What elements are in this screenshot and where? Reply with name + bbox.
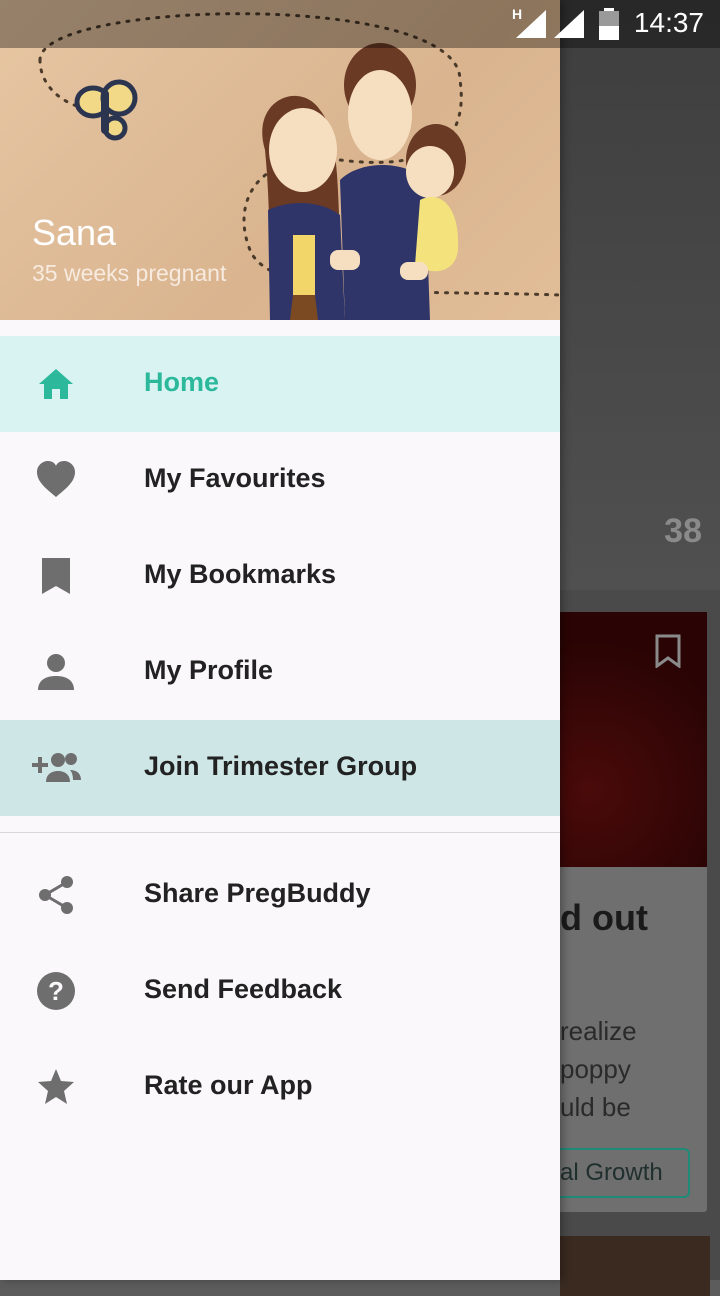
signal-icon	[516, 10, 546, 38]
background-next-card	[560, 1236, 710, 1296]
menu-item-feedback[interactable]: ? Send Feedback	[0, 943, 560, 1039]
person-icon	[38, 654, 74, 690]
user-name: Sana	[32, 212, 117, 253]
status-bar: H 14:37	[0, 0, 720, 48]
user-pregnancy-status: 35 weeks pregnant	[32, 260, 227, 286]
home-icon	[39, 369, 73, 399]
menu-item-profile[interactable]: My Profile	[0, 624, 560, 720]
menu-item-label: My Profile	[144, 655, 274, 685]
battery-icon	[599, 8, 619, 40]
article-excerpt: realize poppy uld be	[560, 1016, 637, 1122]
menu-item-label: My Bookmarks	[144, 559, 337, 589]
menu-item-bookmarks[interactable]: My Bookmarks	[0, 528, 560, 624]
menu-item-home[interactable]: Home	[0, 336, 560, 432]
signal-icon	[554, 10, 584, 38]
background-article-card: d out realize poppy uld be etal Growth	[540, 612, 707, 1212]
menu-item-label: My Favourites	[144, 463, 326, 493]
group-add-icon	[32, 753, 81, 782]
menu-item-rate[interactable]: Rate our App	[0, 1039, 560, 1135]
navigation-drawer: Sana 35 weeks pregnant Home My Favourite…	[0, 0, 560, 1280]
drawer-menu: Home My Favourites My Bookmarks My Profi…	[0, 336, 560, 1135]
drawer-header: Sana 35 weeks pregnant	[0, 0, 560, 320]
butterfly-icon	[74, 79, 138, 141]
article-tag: etal Growth	[546, 1148, 690, 1198]
help-icon: ?	[37, 972, 75, 1010]
menu-item-share[interactable]: Share PregBuddy	[0, 847, 560, 943]
menu-item-label: Send Feedback	[144, 974, 343, 1004]
menu-item-favourites[interactable]: My Favourites	[0, 432, 560, 528]
article-title: d out	[560, 897, 648, 938]
star-icon	[38, 1069, 74, 1104]
menu-item-join-trimester-group[interactable]: Join Trimester Group	[0, 720, 560, 816]
heart-icon	[37, 461, 75, 497]
bookmark-outline-icon	[655, 634, 681, 668]
menu-item-label: Home	[144, 367, 220, 397]
bookmark-icon	[42, 558, 70, 594]
menu-divider	[0, 832, 560, 833]
article-image	[540, 612, 707, 867]
share-icon	[39, 876, 73, 914]
svg-text:?: ?	[48, 976, 64, 1006]
clock: 14:37	[633, 7, 704, 38]
background-count: 38	[664, 512, 702, 550]
menu-item-label: Join Trimester Group	[144, 751, 418, 781]
menu-item-label: Share PregBuddy	[144, 878, 371, 908]
menu-item-label: Rate our App	[144, 1070, 313, 1100]
